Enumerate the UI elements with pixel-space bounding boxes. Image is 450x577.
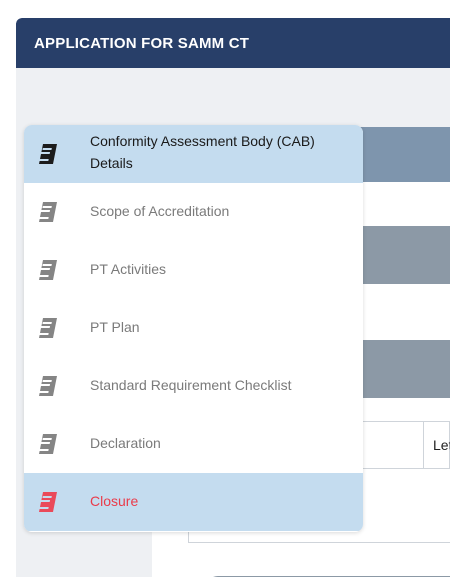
page-title: APPLICATION FOR SAMM CT [34,35,250,52]
menu-item-label: Declaration [90,435,161,451]
menu-item-declaration[interactable]: Declaration [24,415,363,473]
menu-item-label: Conformity Assessment Body (CAB) Details [90,133,315,171]
menu-item-label: PT Plan [90,319,140,335]
menu-item-cab-details[interactable]: Conformity Assessment Body (CAB) Details [24,125,363,183]
book-icon [36,258,60,282]
menu-item-closure[interactable]: Closure [24,473,363,531]
menu-item-scope-of-accreditation[interactable]: Scope of Accreditation [24,183,363,241]
menu-item-label: Closure [90,493,139,509]
menu-item-label: Scope of Accreditation [90,203,230,219]
menu-item-label: PT Activities [90,261,166,277]
panel-header: APPLICATION FOR SAMM CT [16,18,450,68]
book-icon [36,200,60,224]
menu-item-standard-requirement-checklist[interactable]: Standard Requirement Checklist [24,357,363,415]
book-icon [36,142,60,166]
menu-item-label: Standard Requirement Checklist [90,377,292,393]
book-icon [36,374,60,398]
menu-item-pt-plan[interactable]: PT Plan [24,299,363,357]
book-icon [36,316,60,340]
book-icon [36,432,60,456]
book-icon [36,490,60,514]
section-menu: Conformity Assessment Body (CAB) Details… [24,125,363,532]
table-cell: Lette [433,437,450,453]
menu-item-pt-activities[interactable]: PT Activities [24,241,363,299]
cell-divider [423,422,424,468]
